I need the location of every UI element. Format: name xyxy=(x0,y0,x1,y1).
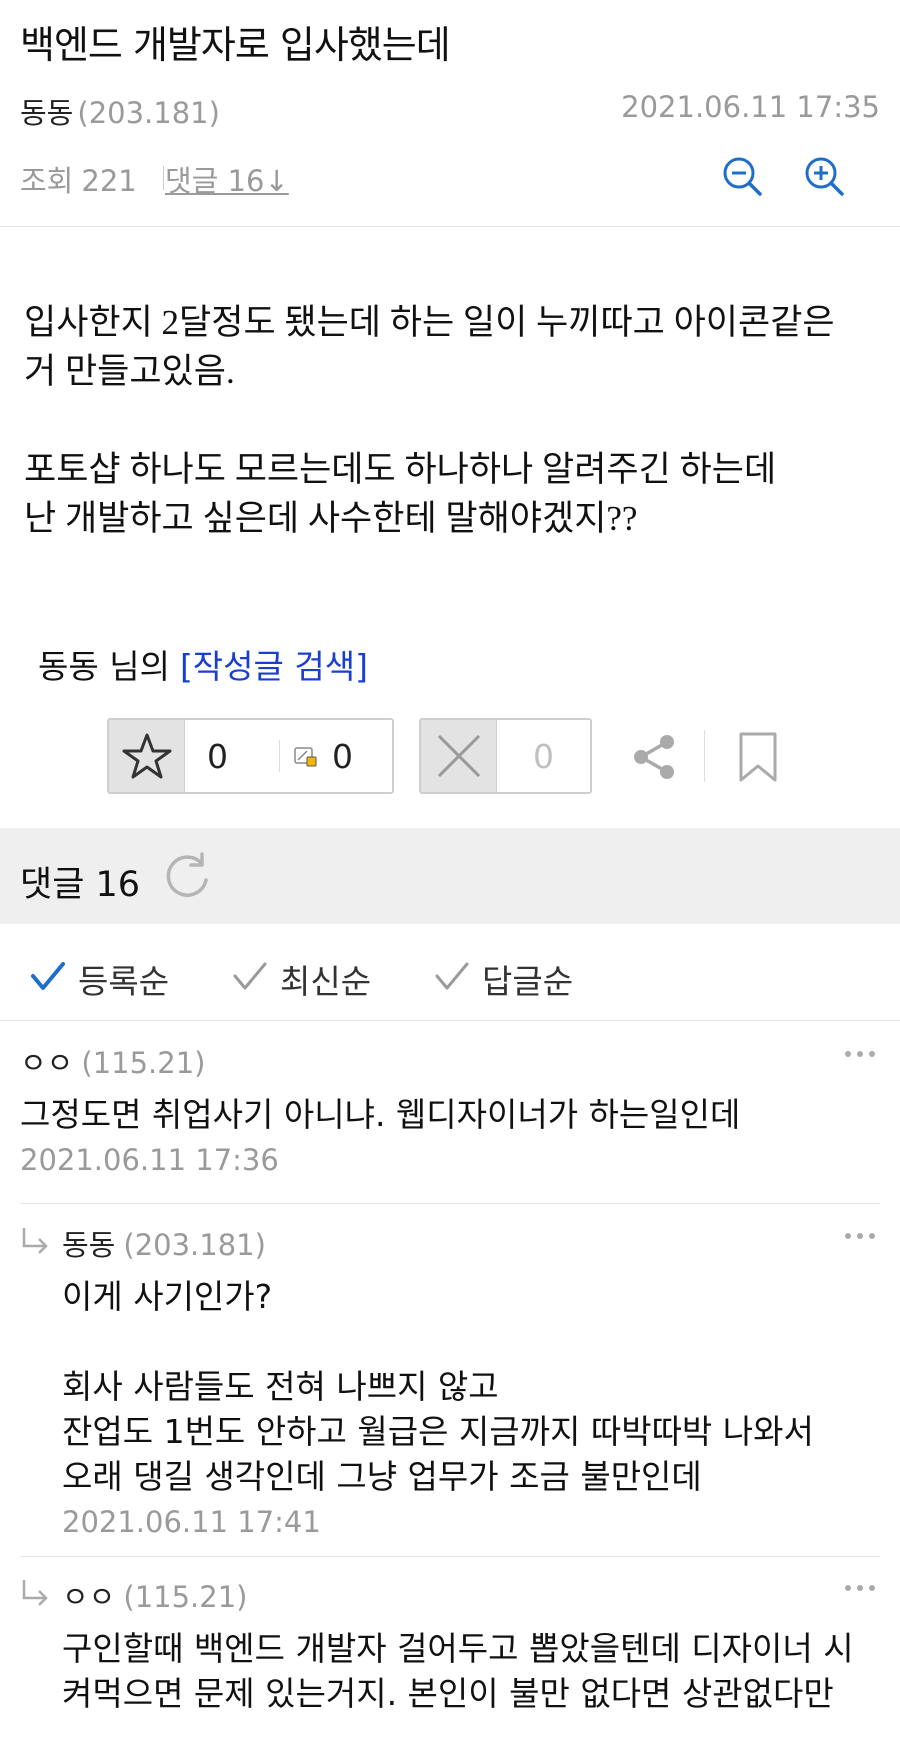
post-stats: 조회 221 댓글 16↓ xyxy=(20,157,880,206)
bookmark-button[interactable] xyxy=(735,730,781,784)
comment-jump-link[interactable]: 댓글 16↓ xyxy=(165,158,289,200)
header-divider xyxy=(0,226,900,227)
author-search-prefix: 동동 님의 xyxy=(38,647,170,686)
view-count: 조회 221 xyxy=(20,158,137,200)
comment-header: ㅇㅇ (115.21) xyxy=(62,1574,880,1614)
share-button[interactable] xyxy=(627,730,681,784)
divider xyxy=(163,166,164,190)
comments-header: 댓글 16 xyxy=(0,828,900,924)
comment-ip: (115.21) xyxy=(81,1046,206,1080)
comment-date: 2021.06.11 17:41 xyxy=(62,1505,321,1539)
check-icon xyxy=(233,962,267,990)
refresh-icon xyxy=(166,852,208,897)
comment-date: 2021.06.11 17:36 xyxy=(20,1143,279,1177)
share-icon xyxy=(634,735,674,779)
sort-divider xyxy=(0,1020,900,1021)
not-recommend-button[interactable] xyxy=(421,720,497,792)
post-author-ip: (203.181) xyxy=(77,96,220,130)
x-icon xyxy=(437,734,481,778)
recommend-button[interactable] xyxy=(109,720,185,792)
comment-ip: (203.181) xyxy=(123,1228,266,1262)
zoom-in-icon xyxy=(805,157,844,196)
recommend-count: 0 xyxy=(207,737,228,776)
more-dots-icon[interactable] xyxy=(840,1226,880,1246)
check-icon xyxy=(435,962,469,990)
check-icon xyxy=(31,962,65,990)
comment-text: 그정도면 취업사기 아니냐. 웹디자이너가 하는일인데 xyxy=(20,1095,741,1134)
post-meta: 동동 (203.181) 2021.06.11 17:35 xyxy=(20,90,880,130)
comment-divider xyxy=(20,1556,880,1557)
reply-arrow-icon xyxy=(22,1228,48,1254)
author-search-link[interactable]: [작성글 검색] xyxy=(180,647,368,686)
sort-label: 등록순 xyxy=(78,962,170,1001)
zoom-in-button[interactable] xyxy=(802,154,848,200)
comment-author[interactable]: ㅇㅇ xyxy=(62,1580,115,1614)
recommend-box: 0 0 xyxy=(107,718,394,794)
more-dots-icon[interactable] xyxy=(840,1578,880,1598)
views-value: 221 xyxy=(81,164,137,198)
comment-header: 동동 (203.181) xyxy=(62,1222,880,1262)
more-dots-icon[interactable] xyxy=(840,1044,880,1064)
post-author-block[interactable]: 동동 (203.181) xyxy=(20,90,220,132)
divider xyxy=(704,730,705,782)
zoom-out-icon xyxy=(723,157,762,196)
comment-ip: (115.21) xyxy=(123,1580,248,1614)
divider xyxy=(279,740,280,772)
post-title: 백엔드 개발자로 입사했는데 xyxy=(20,23,451,67)
comment-header: ㅇㅇ (115.21) xyxy=(20,1040,880,1080)
comment-item: ㅇㅇ (115.21) 그정도면 취업사기 아니냐. 웹디자이너가 하는일인데 2… xyxy=(20,1040,880,1177)
bookmark-icon xyxy=(739,732,777,782)
refresh-button[interactable] xyxy=(160,850,214,904)
comment-text: 이게 사기인가? 회사 사람들도 전혀 나쁘지 않고 잔업도 1번도 안하고 월… xyxy=(62,1277,814,1496)
post-body: 입사한지 2달정도 됐는데 하는 일이 누끼따고 아이콘같은 거 만들고있음. … xyxy=(24,303,835,538)
not-recommend-box: 0 xyxy=(419,718,592,794)
fix-recommend-count: 0 xyxy=(332,737,353,776)
post-action-bar: 0 0 0 xyxy=(107,718,867,796)
sort-label: 답글순 xyxy=(482,962,574,1001)
comment-text: 구인할때 백엔드 개발자 걸어두고 뽑았을텐데 디자이너 시 켜먹으면 문제 있… xyxy=(62,1629,854,1713)
comment-divider xyxy=(20,1203,880,1204)
sort-label: 최신순 xyxy=(280,962,372,1001)
comment-sort-options: 등록순 최신순 답글순 xyxy=(0,955,900,1001)
comments-title: 댓글 16 xyxy=(20,865,141,905)
post-date: 2021.06.11 17:35 xyxy=(621,90,880,124)
comment-item-reply: ㅇㅇ (115.21) 구인할때 백엔드 개발자 걸어두고 뽑았을텐데 디자이너 … xyxy=(20,1574,880,1716)
reply-arrow-icon xyxy=(22,1580,48,1606)
comment-author[interactable]: 동동 xyxy=(62,1228,115,1262)
comment-item-reply: 동동 (203.181) 이게 사기인가? 회사 사람들도 전혀 나쁘지 않고 잔… xyxy=(20,1222,880,1539)
views-label: 조회 xyxy=(20,164,74,198)
author-search-line: 동동 님의 [작성글 검색] xyxy=(38,640,368,688)
fix-recommend-icon[interactable] xyxy=(294,746,318,768)
comment-author[interactable]: ㅇㅇ xyxy=(20,1046,73,1080)
zoom-out-button[interactable] xyxy=(720,154,766,200)
post-author[interactable]: 동동 xyxy=(20,96,73,130)
not-recommend-count: 0 xyxy=(533,737,554,776)
star-icon xyxy=(122,733,172,779)
